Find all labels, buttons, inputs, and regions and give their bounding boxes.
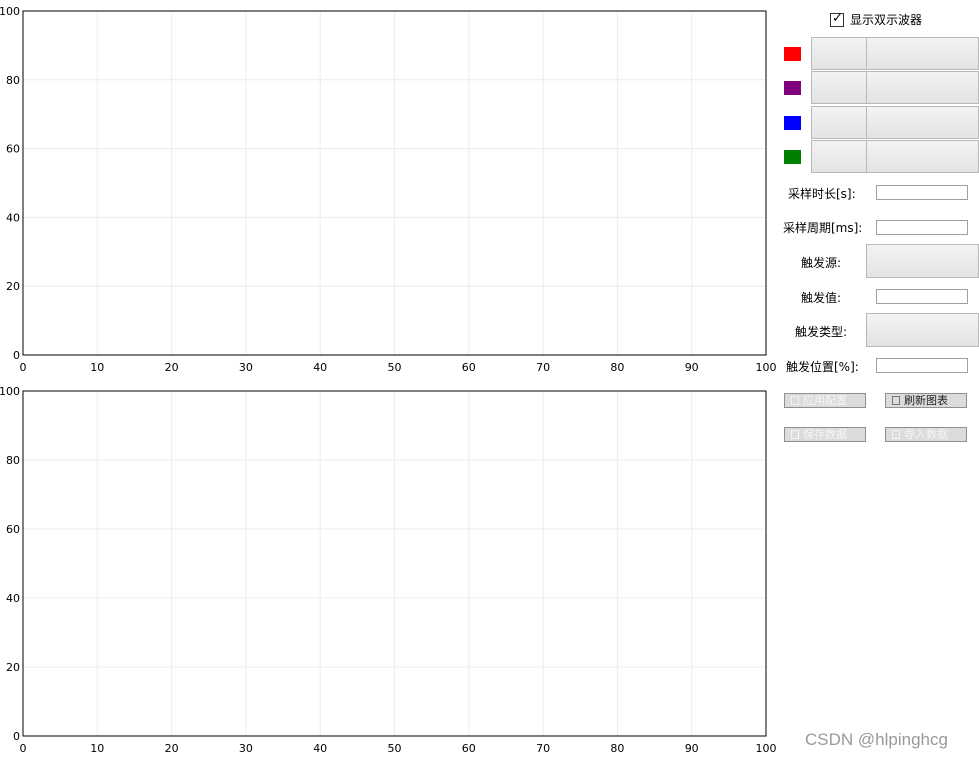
button-icon: [791, 396, 799, 405]
x-tick-label: 40: [313, 361, 327, 374]
channel-3-selectors: [811, 106, 979, 139]
save-data-label: 保存数据: [803, 428, 847, 441]
button-icon: [791, 430, 799, 439]
dual-scope-label: 显示双示波器: [850, 13, 923, 27]
channel-3-variable-select[interactable]: [867, 106, 979, 139]
x-tick-label: 90: [685, 742, 699, 755]
sample-period-label: 采样周期[ms]:: [783, 221, 863, 235]
trigger-source-label: 触发源:: [801, 256, 842, 270]
sample-duration-label: 采样时长[s]:: [788, 187, 856, 201]
y-tick-label: 100: [0, 385, 20, 398]
x-tick-label: 50: [388, 361, 402, 374]
x-tick-label: 70: [536, 361, 550, 374]
trigger-source-select[interactable]: [866, 244, 979, 278]
x-tick-label: 40: [313, 742, 327, 755]
channel-2-variable-select[interactable]: [867, 71, 979, 104]
button-icon: [892, 430, 900, 439]
control-panel: ✓ 显示双示波器 采样时长[s]: 采样周期[ms]: 触发源: 触发值: 触发…: [770, 0, 979, 763]
y-tick-label: 60: [6, 143, 20, 156]
x-tick-label: 0: [20, 361, 27, 374]
save-data-button[interactable]: 保存数据: [784, 427, 866, 442]
button-icon: [892, 396, 900, 405]
import-data-button[interactable]: 导入数据: [885, 427, 967, 442]
y-tick-label: 0: [13, 349, 20, 362]
x-tick-label: 80: [610, 742, 624, 755]
x-tick-label: 50: [388, 742, 402, 755]
x-tick-label: 70: [536, 742, 550, 755]
channel-4-source-select[interactable]: [811, 140, 867, 173]
channel-1-variable-select[interactable]: [867, 37, 979, 70]
channel-1-source-select[interactable]: [811, 37, 867, 70]
trigger-value-input[interactable]: [876, 289, 968, 304]
y-tick-label: 40: [6, 211, 20, 224]
channel-2-selectors: [811, 71, 979, 104]
x-tick-label: 10: [90, 361, 104, 374]
sample-duration-input[interactable]: [876, 185, 968, 200]
x-tick-label: 30: [239, 361, 253, 374]
apply-config-button[interactable]: 应用配置: [784, 393, 866, 408]
channel-1-selectors: [811, 37, 979, 70]
y-tick-label: 100: [0, 5, 20, 18]
chart-svg-bottom: 0 10 20 30 40 50 60 70 80 90 100020406080100: [0, 385, 777, 755]
x-tick-label: 20: [165, 742, 179, 755]
y-tick-label: 80: [6, 454, 20, 467]
sample-period-input[interactable]: [876, 220, 968, 235]
chart-svg-top: 0 10 20 30 40 50 60 70 80 90 100020406080100: [0, 5, 777, 374]
trigger-position-input[interactable]: [876, 358, 968, 373]
checkmark-icon: ✓: [832, 10, 843, 26]
x-tick-label: 90: [685, 361, 699, 374]
trigger-type-label: 触发类型:: [795, 325, 848, 339]
channel-4-variable-select[interactable]: [867, 140, 979, 173]
x-tick-label: 80: [610, 361, 624, 374]
channel-color-swatch-3: [784, 116, 801, 130]
y-tick-label: 0: [13, 730, 20, 743]
y-tick-label: 20: [6, 661, 20, 674]
x-tick-label: 60: [462, 361, 476, 374]
trigger-value-label: 触发值:: [801, 291, 842, 305]
x-tick-label: 60: [462, 742, 476, 755]
dual-scope-checkbox[interactable]: ✓: [830, 10, 844, 27]
channel-color-swatch-2: [784, 81, 801, 95]
watermark: CSDN @hlpinghcg: [805, 730, 948, 749]
channel-color-swatch-4: [784, 150, 801, 164]
dual-scope-toggle[interactable]: ✓ 显示双示波器: [830, 11, 922, 28]
trigger-type-select[interactable]: [866, 313, 979, 347]
channel-4-selectors: [811, 140, 979, 173]
oscilloscope-chart-bottom: 0 10 20 30 40 50 60 70 80 90 100 0 20 40 60 80 100: [0, 380, 777, 763]
channel-3-source-select[interactable]: [811, 106, 867, 139]
oscilloscope-chart-top: 0 10 20 30 40 50 60 70 80 90 100 0 20 40 60 80 100: [0, 0, 777, 380]
x-tick-label: 0: [20, 742, 27, 755]
x-tick-label: 30: [239, 742, 253, 755]
apply-config-label: 应用配置: [803, 394, 847, 407]
trigger-position-label: 触发位置[%]:: [786, 360, 859, 374]
y-tick-label: 80: [6, 74, 20, 87]
import-data-label: 导入数据: [904, 428, 948, 441]
refresh-chart-button[interactable]: 刷新图表: [885, 393, 967, 408]
y-tick-label: 60: [6, 523, 20, 536]
y-tick-label: 40: [6, 592, 20, 605]
x-tick-label: 20: [165, 361, 179, 374]
channel-color-swatch-1: [784, 47, 801, 61]
refresh-chart-label: 刷新图表: [904, 394, 948, 407]
y-tick-label: 20: [6, 280, 20, 293]
channel-2-source-select[interactable]: [811, 71, 867, 104]
x-tick-label: 10: [90, 742, 104, 755]
